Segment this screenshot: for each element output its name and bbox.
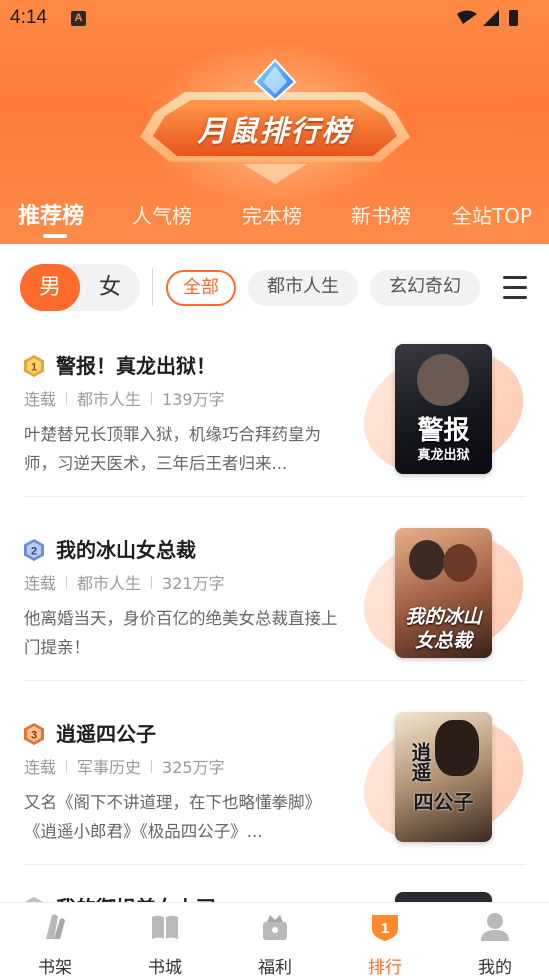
book-description: 他离婚当天，身价百亿的绝美女总裁直接上门提亲！ — [24, 609, 338, 657]
book-status: 连载 — [24, 390, 57, 409]
ranking-banner-badge: 月鼠排行榜 — [125, 52, 425, 187]
banner-title: 月鼠排行榜 — [197, 113, 353, 148]
book-cover[interactable]: 警报 真龙出狱 — [395, 344, 492, 474]
tab-completed[interactable]: 完本榜 — [242, 200, 302, 229]
cover-subtitle-text: 真龙出狱 — [417, 448, 470, 463]
category-chip-fantasy[interactable]: 玄幻奇幻 — [370, 270, 480, 306]
tab-popular[interactable]: 人气榜 — [132, 200, 192, 229]
tab-active-indicator — [43, 234, 67, 238]
book-list-item[interactable]: 2 我的冰山女总裁 连载 都市人生 321万字 他离婚当天，身价百亿的绝美女总裁… — [0, 513, 549, 708]
book-list-item[interactable]: 1 警报！真龙出狱！ 连载 都市人生 139万字 叶楚替兄长顶罪入狱，机缘巧合拜… — [0, 329, 549, 524]
nav-welfare[interactable]: 福利 — [220, 903, 330, 976]
book-status: 连载 — [24, 758, 57, 777]
status-time: 4:14 — [10, 7, 47, 28]
book-title[interactable]: 逍遥四公子 — [56, 718, 156, 747]
svg-text:3: 3 — [31, 730, 37, 742]
nav-label: 书城 — [148, 958, 182, 976]
book-list-item[interactable]: 3 逍遥四公子 连载 军事历史 325万字 又名《阁下不讲道理，在下也略懂拳脚》… — [0, 697, 549, 892]
filter-row: 男 女 全部 都市人生 玄幻奇幻 — [0, 244, 549, 330]
book-cover[interactable]: 我的冰山 女总裁 — [395, 528, 492, 658]
filter-divider — [152, 268, 153, 306]
rank-3-icon: 3 — [24, 723, 44, 745]
book-word-count: 139万字 — [162, 390, 225, 409]
nav-label: 书架 — [38, 958, 72, 976]
rank-tabs: 推荐榜 人气榜 完本榜 新书榜 全站TOP — [0, 192, 549, 244]
cover-title-text: 逍遥 — [408, 742, 432, 782]
nav-profile[interactable]: 我的 — [440, 903, 549, 976]
category-menu-icon[interactable] — [501, 276, 529, 300]
cover-subtitle-text: 女总裁 — [414, 630, 472, 652]
tab-new-books[interactable]: 新书榜 — [351, 200, 411, 229]
book-list-item[interactable]: 我的御姐美女上司 — [0, 892, 549, 902]
gift-icon — [263, 915, 287, 940]
svg-text:1: 1 — [31, 362, 37, 374]
book-category: 军事历史 — [77, 758, 142, 777]
book-cover[interactable]: 逍遥 四公子 — [395, 712, 492, 842]
book-title[interactable]: 我的御姐美女上司 — [56, 892, 216, 902]
category-chip-all[interactable]: 全部 — [166, 270, 236, 306]
list-divider — [24, 864, 526, 865]
tab-site-top[interactable]: 全站TOP — [452, 200, 532, 229]
svg-text:2: 2 — [31, 546, 37, 558]
ranking-icon: 1 — [372, 915, 398, 941]
nav-label: 我的 — [478, 958, 512, 976]
book-title[interactable]: 我的冰山女总裁 — [56, 534, 196, 563]
book-meta: 连载 军事历史 325万字 — [24, 754, 225, 778]
profile-icon — [481, 913, 509, 941]
status-icons — [457, 10, 518, 26]
notification-icon: A — [71, 11, 86, 26]
nav-bookstore[interactable]: 书城 — [110, 903, 220, 976]
gender-toggle: 男 女 — [20, 264, 140, 311]
gender-female-button[interactable]: 女 — [80, 264, 140, 311]
book-word-count: 325万字 — [162, 758, 225, 777]
list-divider — [24, 496, 526, 497]
rank-1-icon: 1 — [24, 355, 44, 377]
book-cover-wrap[interactable]: 我的冰山 女总裁 — [347, 513, 540, 679]
nav-label: 排行 — [368, 958, 402, 976]
nav-bookshelf[interactable]: 书架 — [0, 903, 110, 976]
book-description: 又名《阁下不讲道理，在下也略懂拳脚》《逍遥小郎君》《极品四公子》... — [24, 793, 321, 841]
nav-label: 福利 — [258, 958, 292, 976]
cover-title-text: 我的冰山 — [405, 606, 482, 628]
header-banner: 4:14 A 月鼠排行榜 推荐榜 人气榜 完本榜 新书榜 全站TOP — [0, 0, 549, 244]
book-cover-wrap[interactable]: 警报 真龙出狱 — [347, 329, 540, 495]
battery-icon — [509, 10, 518, 26]
cover-title-text: 警报 — [417, 416, 470, 446]
tab-recommend[interactable]: 推荐榜 — [18, 198, 84, 230]
book-description: 叶楚替兄长顶罪入狱，机缘巧合拜药皇为师，习逆天医术，三年后王者归来... — [24, 425, 321, 473]
book-word-count: 321万字 — [162, 574, 225, 593]
book-meta: 连载 都市人生 321万字 — [24, 570, 225, 594]
bookshelf-icon — [46, 914, 65, 939]
svg-text:1: 1 — [381, 920, 389, 937]
status-bar: 4:14 A — [0, 0, 549, 36]
list-divider — [24, 680, 526, 681]
wifi-icon — [457, 10, 477, 24]
book-meta: 连载 都市人生 139万字 — [24, 386, 225, 410]
signal-icon — [483, 10, 499, 26]
cover-subtitle-text: 四公子 — [413, 790, 474, 814]
book-title[interactable]: 警报！真龙出狱！ — [56, 350, 216, 379]
book-category: 都市人生 — [77, 390, 142, 409]
category-chip-urban[interactable]: 都市人生 — [248, 270, 358, 306]
book-cover-wrap[interactable]: 逍遥 四公子 — [347, 697, 540, 863]
bottom-nav: 书架 书城 福利 1 排行 我的 — [0, 902, 549, 976]
book-status: 连载 — [24, 574, 57, 593]
rank-2-icon: 2 — [24, 539, 44, 561]
book-category: 都市人生 — [77, 574, 142, 593]
nav-ranking[interactable]: 1 排行 — [330, 903, 440, 976]
gender-male-button[interactable]: 男 — [20, 264, 80, 311]
book-icon — [152, 915, 178, 939]
book-cover[interactable] — [395, 892, 492, 902]
